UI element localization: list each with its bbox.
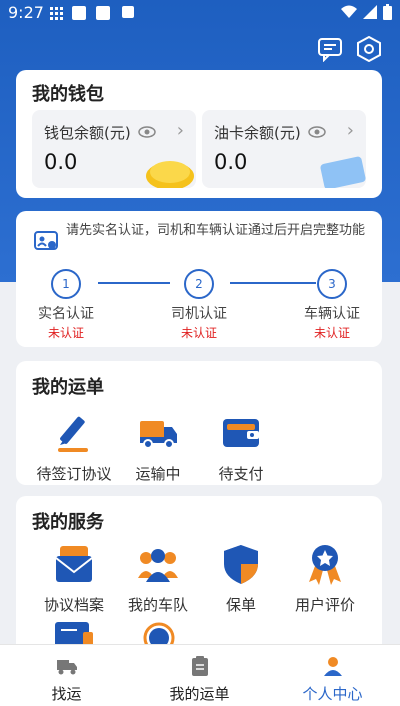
notification-square-icon [96, 6, 110, 20]
tab-find-cargo[interactable]: 找运 [0, 645, 133, 706]
coin-icon [146, 161, 194, 188]
eye-icon[interactable] [138, 126, 156, 138]
order-in-transit-label: 运输中 [135, 465, 181, 483]
wallet-balance-box[interactable]: 钱包余额(元) › 0.0 [32, 110, 196, 188]
notification-square-icon [72, 6, 86, 20]
service-fleet-label: 我的车队 [127, 596, 188, 614]
message-icon[interactable] [317, 36, 343, 63]
step-vehicle-label[interactable]: 车辆认证 [292, 303, 372, 323]
wallet-balance-value: 0.0 [44, 150, 78, 174]
step-number: 3 [317, 269, 347, 299]
pen-icon [52, 411, 96, 455]
wallet-icon [219, 411, 263, 455]
services-card: 我的服务 协议档案 我的车队 保单 用户评价 [16, 496, 382, 656]
service-policy[interactable]: 保单 [196, 542, 286, 615]
tab-find-cargo-label: 找运 [51, 685, 82, 703]
bottom-tab-bar: 找运 我的运单 个人中心 [0, 644, 400, 706]
tab-profile[interactable]: 个人中心 [266, 645, 399, 706]
settings-icon[interactable] [356, 35, 382, 63]
battery-icon [383, 4, 392, 20]
truck-icon [56, 655, 78, 677]
wifi-icon [341, 5, 357, 18]
service-policy-label: 保单 [225, 596, 256, 614]
step-number: 1 [51, 269, 81, 299]
service-reviews[interactable]: 用户评价 [280, 542, 370, 615]
order-pending-payment[interactable]: 待支付 [196, 411, 286, 484]
step-status: 未认证 [47, 326, 84, 340]
order-in-transit[interactable]: 运输中 [113, 411, 203, 484]
order-pending-sign[interactable]: 待签订协议 [29, 411, 119, 484]
tab-profile-label: 个人中心 [302, 685, 363, 703]
service-fleet[interactable]: 我的车队 [113, 542, 203, 615]
fuel-balance-value: 0.0 [214, 150, 248, 174]
verification-card: 请先实名认证，司机和车辆认证通过后开启完整功能 1 2 3 实名认证 司机认证 … [16, 211, 382, 347]
team-icon [136, 542, 180, 586]
medal-icon [303, 542, 347, 586]
status-time: 9:27 [8, 3, 44, 22]
wallet-balance-label: 钱包余额(元) [44, 124, 131, 142]
id-card-icon [34, 231, 58, 250]
wallet-card: 我的钱包 钱包余额(元) › 0.0 油卡余额(元) › 0.0 [16, 70, 382, 198]
step-status: 未认证 [313, 326, 350, 340]
shield-icon [219, 542, 263, 586]
fuel-balance-label: 油卡余额(元) [214, 124, 301, 142]
tab-my-orders[interactable]: 我的运单 [133, 645, 266, 706]
step-status: 未认证 [180, 326, 217, 340]
step-connector [98, 282, 170, 284]
order-pending-sign-label: 待签订协议 [36, 465, 112, 483]
contract-envelope-icon [52, 542, 96, 586]
service-contracts[interactable]: 协议档案 [29, 542, 119, 615]
orders-title: 我的运单 [32, 377, 104, 398]
fuel-card-box[interactable]: 油卡余额(元) › 0.0 [202, 110, 366, 188]
step-connector [230, 282, 316, 284]
verification-notice: 请先实名认证，司机和车辆认证通过后开启完整功能 [66, 223, 366, 238]
signal-icon [363, 5, 377, 19]
service-contracts-label: 协议档案 [43, 596, 104, 614]
clipboard-icon [189, 655, 211, 677]
tab-my-orders-label: 我的运单 [169, 685, 230, 703]
app-notification-icon [122, 6, 134, 18]
step-number: 2 [184, 269, 214, 299]
order-pending-payment-label: 待支付 [218, 465, 264, 483]
eye-icon[interactable] [308, 126, 326, 138]
step-driver-label[interactable]: 司机认证 [159, 303, 239, 323]
truck-icon [136, 411, 180, 455]
card-icon [320, 156, 366, 188]
services-title: 我的服务 [32, 512, 104, 533]
chevron-right-icon: › [176, 120, 184, 141]
person-icon [322, 655, 344, 677]
chevron-right-icon: › [346, 120, 354, 141]
orders-card: 我的运单 待签订协议 运输中 待支付 [16, 361, 382, 485]
service-reviews-label: 用户评价 [294, 596, 355, 614]
grid-status-icon [50, 6, 64, 20]
wallet-title: 我的钱包 [32, 84, 104, 105]
status-right-icons [341, 4, 392, 20]
status-bar: 9:27 [0, 0, 400, 26]
step-realname-label[interactable]: 实名认证 [26, 303, 106, 323]
